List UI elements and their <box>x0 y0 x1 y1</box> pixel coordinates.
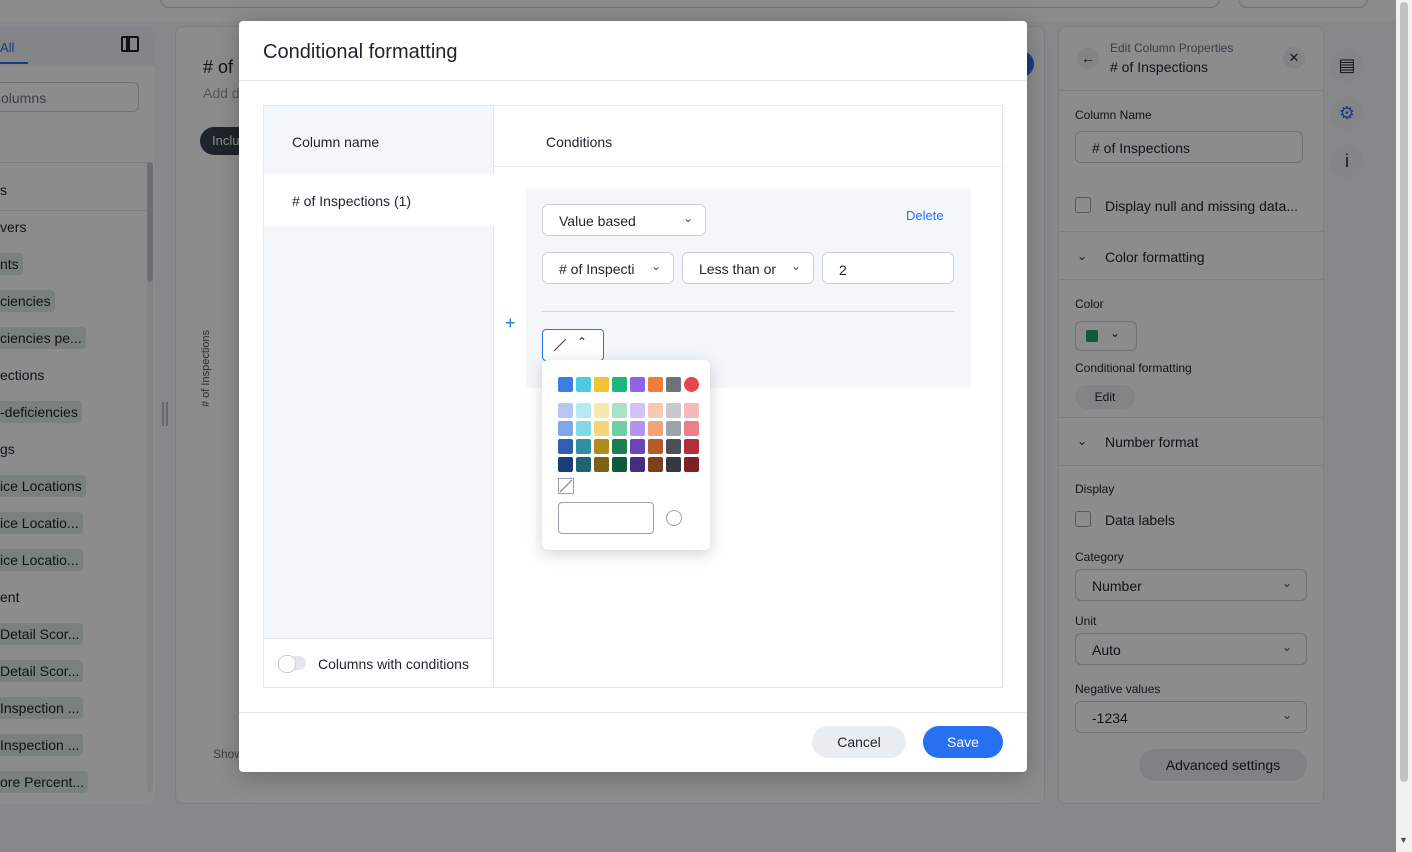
color-picker-popup <box>542 360 710 550</box>
columns-with-conditions-label: Columns with conditions <box>318 656 469 672</box>
color-swatch[interactable] <box>558 403 573 418</box>
color-swatch[interactable] <box>666 403 681 418</box>
color-swatch[interactable] <box>576 403 591 418</box>
color-swatch[interactable] <box>594 439 609 454</box>
color-swatch[interactable] <box>630 403 645 418</box>
divider <box>542 311 954 312</box>
condition-type-select[interactable]: Value based ⌄ <box>542 204 706 236</box>
color-swatch[interactable] <box>684 457 699 472</box>
color-swatch[interactable] <box>558 439 573 454</box>
color-swatch[interactable] <box>666 439 681 454</box>
divider <box>239 80 1027 81</box>
no-color-swatch[interactable] <box>558 478 574 494</box>
color-swatch[interactable] <box>576 377 591 392</box>
color-swatch[interactable] <box>666 421 681 436</box>
conditional-formatting-dialog: Conditional formatting Column name # of … <box>239 21 1027 772</box>
color-swatch[interactable] <box>630 421 645 436</box>
condition-card: Value based ⌄ Delete # of Inspecti ⌄ Les… <box>526 188 971 388</box>
columns-with-conditions-toggle[interactable] <box>278 655 306 673</box>
color-swatch[interactable] <box>648 457 663 472</box>
color-swatch[interactable] <box>684 377 699 392</box>
color-swatch[interactable] <box>576 457 591 472</box>
color-swatch[interactable] <box>666 377 681 392</box>
conditions-header: Conditions <box>546 134 613 150</box>
condition-value-input[interactable]: 2 <box>822 252 954 284</box>
color-swatch[interactable] <box>648 421 663 436</box>
condition-operator-select[interactable]: Less than or ⌄ <box>682 252 814 284</box>
page-scrollbar-thumb[interactable] <box>1400 2 1408 782</box>
color-swatch[interactable] <box>684 421 699 436</box>
condition-column-select[interactable]: # of Inspecti ⌄ <box>542 252 674 284</box>
page-scrollbar[interactable]: ▼ <box>1396 0 1412 852</box>
chevron-down-icon: ⌄ <box>650 259 661 273</box>
color-swatch[interactable] <box>612 421 627 436</box>
chevron-up-icon: ⌃ <box>577 335 588 349</box>
color-swatch[interactable] <box>630 377 645 392</box>
color-swatch[interactable] <box>666 457 681 472</box>
chevron-down-icon: ⌄ <box>790 259 801 273</box>
column-item-inspections[interactable]: # of Inspections (1) <box>264 174 494 226</box>
condition-type-value: Value based <box>559 213 636 229</box>
color-swatch[interactable] <box>594 421 609 436</box>
add-condition-plus-icon[interactable]: + <box>505 313 516 334</box>
color-swatch[interactable] <box>558 457 573 472</box>
color-swatch[interactable] <box>594 457 609 472</box>
no-color-icon <box>559 479 573 493</box>
color-swatch[interactable] <box>576 439 591 454</box>
columns-with-conditions-footer: Columns with conditions <box>264 638 493 687</box>
color-swatch[interactable] <box>684 403 699 418</box>
color-swatch[interactable] <box>648 377 663 392</box>
chevron-down-icon: ⌄ <box>682 211 693 225</box>
condition-color-button[interactable]: ⌃ <box>542 329 604 361</box>
color-swatch[interactable] <box>612 457 627 472</box>
divider <box>494 166 1002 167</box>
color-swatch[interactable] <box>558 421 573 436</box>
column-list-pane: Column name # of Inspections (1) Columns… <box>264 106 516 687</box>
dialog-title: Conditional formatting <box>263 41 458 63</box>
scroll-down-arrow-icon[interactable]: ▼ <box>1399 835 1408 845</box>
color-swatch[interactable] <box>630 457 645 472</box>
divider <box>239 712 1027 713</box>
color-swatch[interactable] <box>594 377 609 392</box>
hex-color-input[interactable] <box>558 502 654 534</box>
condition-column-value: # of Inspecti <box>559 261 635 277</box>
color-swatch[interactable] <box>594 403 609 418</box>
column-name-header: Column name <box>292 134 380 150</box>
save-button[interactable]: Save <box>923 726 1003 758</box>
custom-color-circle[interactable] <box>666 510 682 526</box>
cancel-button[interactable]: Cancel <box>812 726 906 758</box>
no-color-icon <box>553 338 567 352</box>
color-swatch[interactable] <box>684 439 699 454</box>
color-swatch[interactable] <box>558 377 573 392</box>
condition-operator-value: Less than or <box>699 261 777 277</box>
color-swatch[interactable] <box>576 421 591 436</box>
color-swatch[interactable] <box>648 439 663 454</box>
color-swatch[interactable] <box>612 377 627 392</box>
color-swatch[interactable] <box>648 403 663 418</box>
color-swatch[interactable] <box>630 439 645 454</box>
color-swatch[interactable] <box>612 439 627 454</box>
color-swatch[interactable] <box>612 403 627 418</box>
delete-condition-link[interactable]: Delete <box>906 208 944 223</box>
